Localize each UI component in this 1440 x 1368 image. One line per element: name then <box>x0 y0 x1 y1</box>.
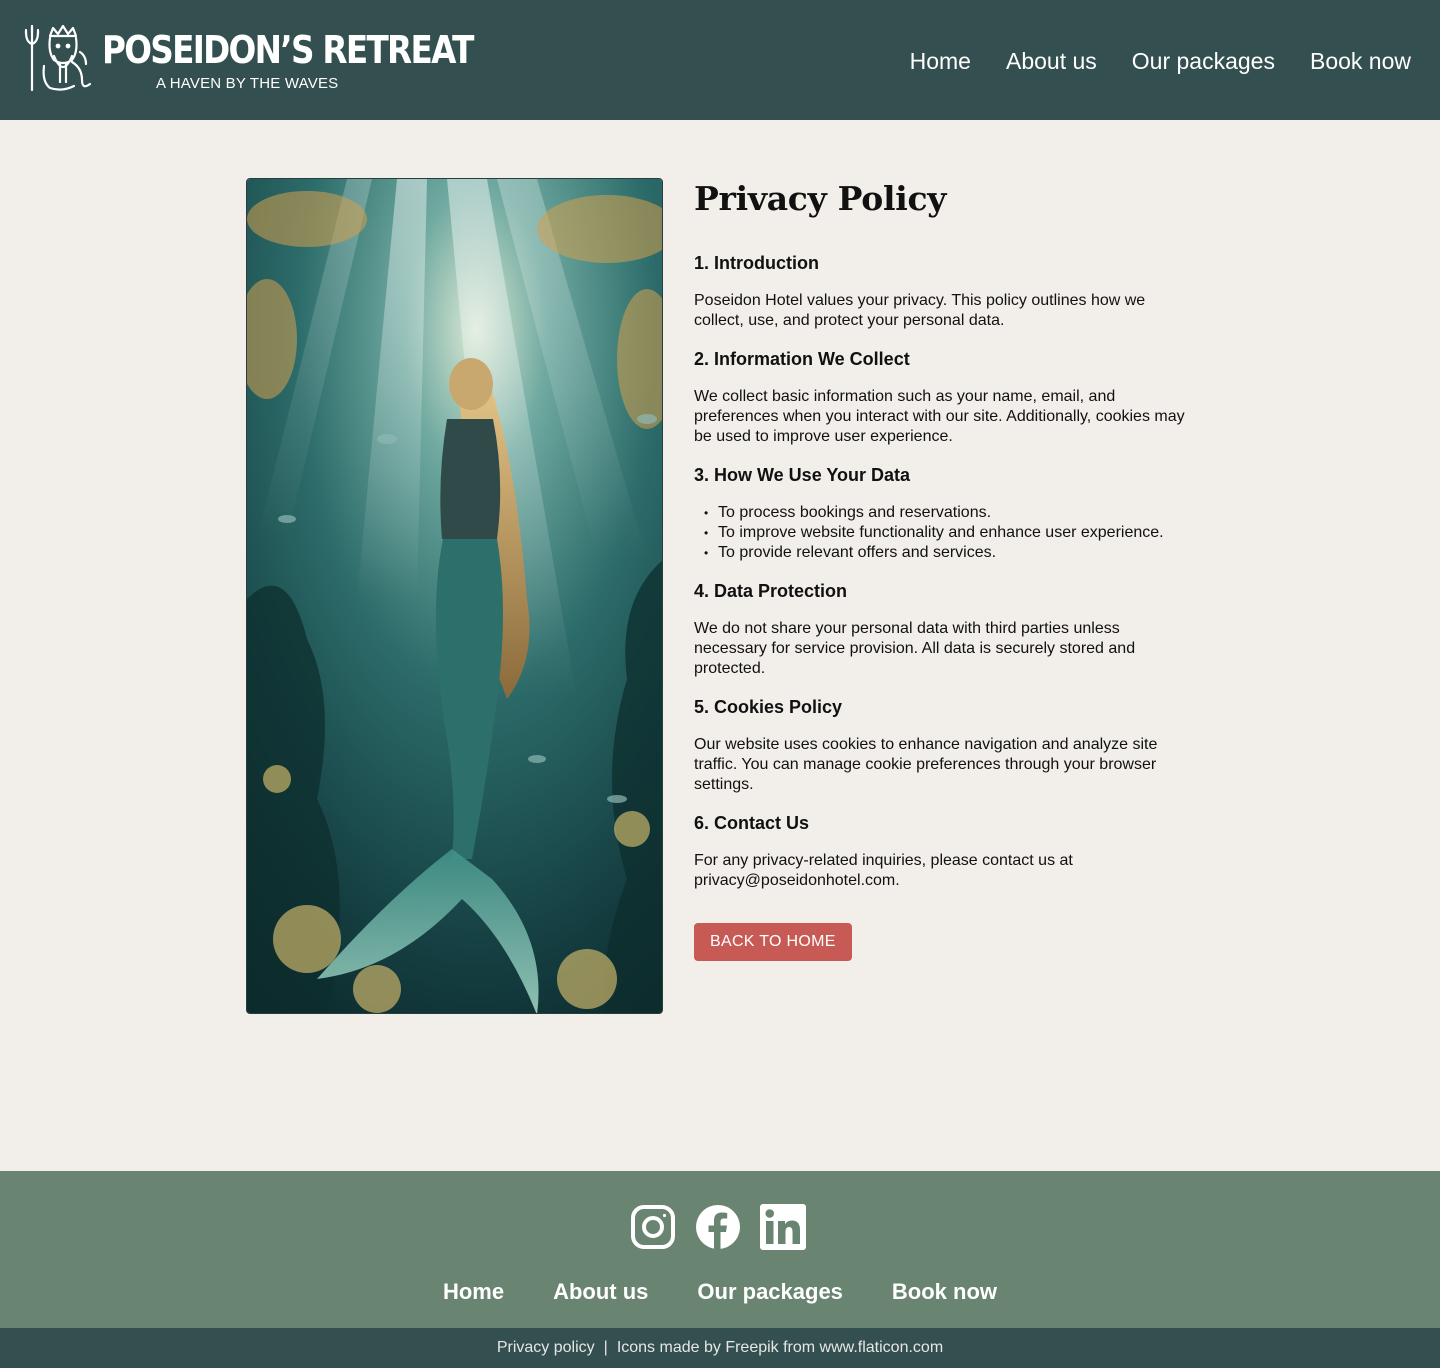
poseidon-trident-icon <box>24 24 92 92</box>
section-text-contact-us: For any privacy-related inquiries, pleas… <box>694 852 1073 889</box>
footer-nav-home[interactable]: Home <box>443 1277 504 1307</box>
nav-about-us[interactable]: About us <box>1006 46 1097 76</box>
section-heading-information-we-collect: 2. Information We Collect <box>694 349 910 369</box>
nav-book-now[interactable]: Book now <box>1310 46 1411 76</box>
brand-name: POSEIDON’S RETREAT <box>102 28 474 72</box>
section-heading-how-we-use-data: 3. How We Use Your Data <box>694 465 911 485</box>
brand[interactable]: POSEIDON’S RETREAT A HAVEN BY THE WAVES <box>22 22 474 94</box>
section-heading-contact-us: 6. Contact Us <box>694 813 810 833</box>
site-footer: Home About us Our packages Book now <box>0 1171 1440 1328</box>
footer-nav-our-packages[interactable]: Our packages <box>697 1277 843 1307</box>
section-text-data-protection: We do not share your personal data with … <box>694 620 1136 677</box>
footer-nav-book-now[interactable]: Book now <box>892 1277 997 1307</box>
page-title: Privacy Policy <box>694 179 947 218</box>
list-item: To provide relevant offers and services. <box>704 543 1194 563</box>
privacy-policy-link[interactable]: Privacy policy <box>497 1339 595 1356</box>
section-heading-cookies-policy: 5. Cookies Policy <box>694 697 843 717</box>
section-heading-data-protection: 4. Data Protection <box>694 581 848 601</box>
section-text-information-we-collect: We collect basic information such as you… <box>694 388 1185 445</box>
bottom-bar: Privacy policy | Icons made by Freepik fro… <box>0 1328 1440 1368</box>
list-item: To process bookings and reservations. <box>704 503 1194 523</box>
facebook-icon[interactable] <box>694 1203 742 1251</box>
nav-our-packages[interactable]: Our packages <box>1132 46 1275 76</box>
instagram-icon[interactable] <box>629 1203 677 1251</box>
mermaid-illustration <box>247 179 662 1013</box>
social-links <box>629 1203 807 1251</box>
how-we-use-data-list: To process bookings and reservations. To… <box>694 503 1194 563</box>
nav-home[interactable]: Home <box>910 46 971 76</box>
section-heading-introduction: 1. Introduction <box>694 253 819 273</box>
mermaid-underwater-image <box>246 178 663 1014</box>
section-text-introduction: Poseidon Hotel values your privacy. This… <box>694 292 1146 329</box>
brand-text: POSEIDON’S RETREAT A HAVEN BY THE WAVES <box>102 28 474 93</box>
list-item: To improve website functionality and enh… <box>704 523 1194 543</box>
privacy-policy-content: Privacy Policy 1. Introduction Poseidon … <box>694 178 1194 961</box>
linkedin-icon[interactable] <box>759 1203 807 1251</box>
brand-tagline: A HAVEN BY THE WAVES <box>156 75 339 92</box>
icons-credit: Icons made by Freepik from www.flaticon.… <box>616 1339 944 1356</box>
footer-nav-about-us[interactable]: About us <box>553 1277 648 1307</box>
separator: | <box>603 1339 608 1356</box>
top-nav: Home About us Our packages Book now <box>910 46 1411 76</box>
site-header: POSEIDON’S RETREAT A HAVEN BY THE WAVES … <box>0 0 1440 120</box>
section-text-cookies-policy: Our website uses cookies to enhance navi… <box>694 736 1158 793</box>
back-to-home-button[interactable]: BACK TO HOME <box>694 923 852 961</box>
footer-nav: Home About us Our packages Book now <box>0 1277 1440 1307</box>
